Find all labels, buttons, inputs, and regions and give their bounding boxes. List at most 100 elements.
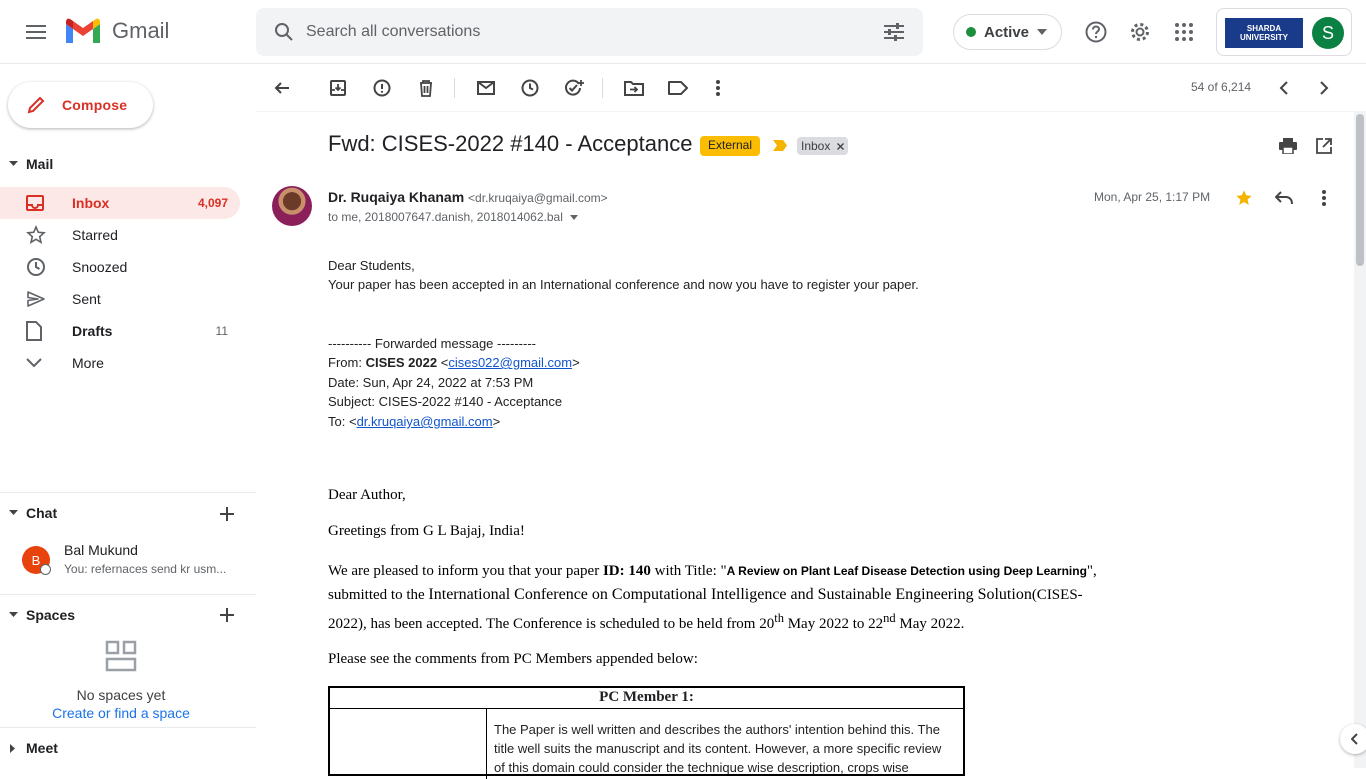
- chat-preview: You: refernaces send kr usm...: [64, 562, 227, 576]
- more-vert-icon: [1322, 190, 1326, 206]
- gmail-m-icon: [66, 18, 100, 43]
- sidebar-item-starred[interactable]: Starred: [0, 219, 240, 251]
- labels-button[interactable]: [662, 72, 694, 104]
- scrollbar[interactable]: [1354, 112, 1366, 768]
- sender-name[interactable]: Dr. Ruqaiya Khanam: [328, 189, 464, 205]
- to-email-link[interactable]: dr.kruqaiya@gmail.com: [357, 414, 493, 429]
- compose-button[interactable]: Compose: [8, 82, 153, 128]
- forwarded-header: ---------- Forwarded message ---------: [328, 336, 536, 351]
- body-greeting: Dear Students,: [328, 258, 415, 273]
- divider: [0, 594, 256, 595]
- main-menu-button[interactable]: [16, 12, 56, 52]
- to-label: To:: [328, 414, 349, 429]
- recipients-toggle[interactable]: to me, 2018007647.danish, 2018014062.bal: [328, 210, 578, 224]
- pencil-icon: [27, 96, 45, 114]
- older-button[interactable]: [1308, 72, 1340, 104]
- status-button[interactable]: Active: [953, 14, 1062, 50]
- hamburger-icon: [26, 25, 46, 39]
- new-chat-button[interactable]: [216, 503, 238, 525]
- avatar[interactable]: S: [1312, 17, 1344, 49]
- sidebar-item-label: Starred: [72, 227, 118, 243]
- review-table: PC Member 1: The Paper is well written a…: [328, 686, 965, 779]
- paper-title: A Review on Plant Leaf Disease Detection…: [726, 564, 1087, 578]
- comments-intro: Please see the comments from PC Members …: [328, 651, 698, 667]
- search-icon[interactable]: [274, 22, 294, 42]
- avatar[interactable]: [272, 186, 312, 226]
- delete-button[interactable]: [410, 72, 442, 104]
- from-name: CISES 2022: [365, 355, 438, 370]
- sidebar-item-label: Sent: [72, 291, 101, 307]
- top-bar: Gmail Search all conversations Active SH…: [0, 0, 1366, 64]
- support-button[interactable]: [1076, 12, 1116, 52]
- clock-icon: [27, 258, 45, 276]
- inbox-icon: [26, 195, 44, 211]
- close-icon[interactable]: [836, 143, 844, 150]
- open-new-window-button[interactable]: [1308, 130, 1340, 162]
- divider: [0, 492, 256, 493]
- gmail-logo[interactable]: Gmail: [64, 16, 169, 46]
- apps-button[interactable]: [1164, 12, 1204, 52]
- help-icon: [1085, 21, 1107, 43]
- inbox-label-chip[interactable]: Inbox: [797, 137, 848, 155]
- print-button[interactable]: [1272, 130, 1304, 162]
- meet-section-toggle[interactable]: Meet: [0, 734, 256, 762]
- mail-section-toggle[interactable]: Mail: [0, 150, 256, 178]
- message-more-button[interactable]: [1310, 184, 1338, 212]
- search-bar[interactable]: Search all conversations: [256, 8, 923, 56]
- mark-unread-button[interactable]: [470, 72, 502, 104]
- sidebar-item-label: Snoozed: [72, 259, 128, 275]
- toolbar-divider: [602, 78, 603, 98]
- pagination-text: 54 of 6,214: [1191, 80, 1252, 94]
- folder-move-icon: [624, 81, 644, 96]
- report-spam-button[interactable]: [366, 72, 398, 104]
- search-options-icon[interactable]: [883, 23, 905, 41]
- reply-button[interactable]: [1270, 184, 1298, 212]
- external-badge: External: [700, 136, 761, 156]
- search-input[interactable]: Search all conversations: [306, 23, 883, 41]
- sidebar-item-sent[interactable]: Sent: [0, 283, 240, 315]
- chat-item-bal-mukund[interactable]: B Bal Mukund You: refernaces send kr usm…: [22, 540, 242, 580]
- show-side-panel-button[interactable]: [1340, 724, 1366, 754]
- para-text: with Title: ": [650, 563, 727, 579]
- compose-label: Compose: [62, 97, 128, 113]
- message-toolbar: 54 of 6,214: [256, 64, 1366, 112]
- important-marker-icon[interactable]: [772, 139, 788, 152]
- label-icon: [668, 81, 688, 95]
- report-icon: [373, 79, 391, 97]
- archive-button[interactable]: [322, 72, 354, 104]
- scrollbar-thumb[interactable]: [1356, 114, 1364, 266]
- sidebar-item-inbox[interactable]: Inbox 4,097: [0, 187, 240, 219]
- dropdown-arrow-icon: [569, 214, 578, 220]
- account-switcher[interactable]: SHARDA UNIVERSITY S: [1216, 8, 1352, 56]
- apps-grid-icon: [1175, 23, 1193, 41]
- review-text: The Paper is well written and describes …: [494, 722, 942, 775]
- caret-down-icon: [8, 510, 18, 515]
- newer-button[interactable]: [1268, 72, 1300, 104]
- star-filled-icon[interactable]: [1235, 189, 1253, 207]
- sidebar-item-snoozed[interactable]: Snoozed: [0, 251, 240, 283]
- more-options-button[interactable]: [702, 72, 734, 104]
- create-space-link[interactable]: Create or find a space: [0, 705, 242, 721]
- conference-name: International Conference on Computationa…: [428, 586, 1032, 603]
- move-to-button[interactable]: [618, 72, 650, 104]
- greetings-line: Greetings from G L Bajaj, India!: [328, 523, 525, 539]
- settings-button[interactable]: [1120, 12, 1160, 52]
- snooze-button[interactable]: [514, 72, 546, 104]
- from-email-link[interactable]: cises022@gmail.com: [448, 355, 572, 370]
- sidebar-item-drafts[interactable]: Drafts 11: [0, 315, 240, 347]
- dropdown-arrow-icon: [1037, 29, 1048, 35]
- sidebar-item-more[interactable]: More: [0, 347, 240, 379]
- add-to-tasks-button[interactable]: [558, 72, 590, 104]
- more-vert-icon: [716, 80, 720, 96]
- spaces-empty-text: No spaces yet: [76, 687, 166, 703]
- para-text: May 2022.: [895, 616, 965, 632]
- new-space-button[interactable]: [216, 604, 238, 626]
- caret-right-icon: [10, 743, 15, 753]
- divider: [0, 727, 256, 728]
- send-icon: [27, 291, 45, 307]
- back-button[interactable]: [266, 72, 298, 104]
- mail-icon: [477, 81, 495, 95]
- sidebar-item-label: Inbox: [72, 195, 110, 211]
- add-task-icon: [565, 79, 584, 96]
- open-in-new-icon: [1316, 138, 1332, 154]
